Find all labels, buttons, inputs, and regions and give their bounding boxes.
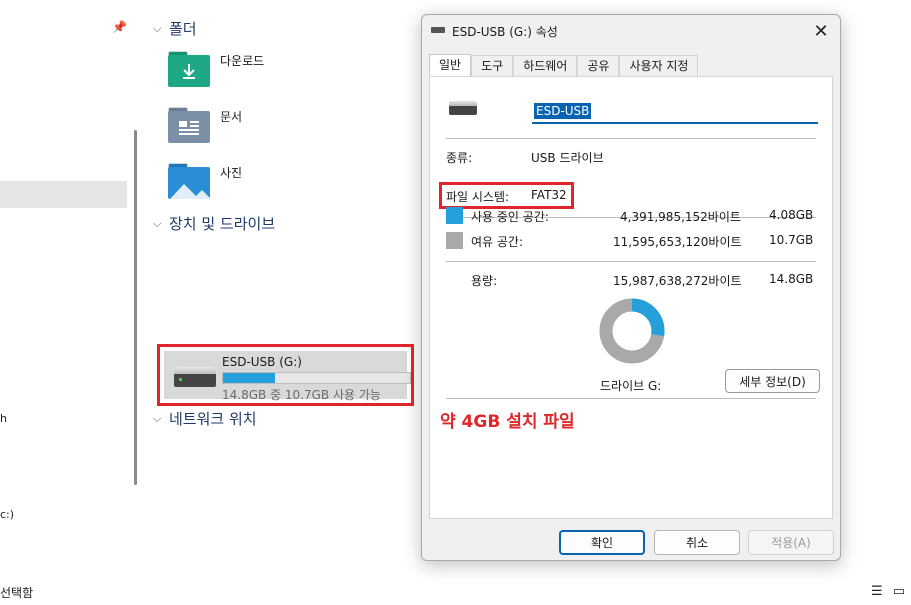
used-space-bytes: 4,391,985,152바이트 xyxy=(620,210,741,224)
general-tab-panel: ESD-USB 종류: USB 드라이브 파일 시스템: FAT32 사용 중인… xyxy=(429,76,833,519)
status-selected-text: 선택함 xyxy=(0,586,34,600)
tab-customize[interactable]: 사용자 지정 xyxy=(619,55,699,76)
filesystem-label: 파일 시스템: xyxy=(446,190,510,204)
capacity-label: 용량: xyxy=(471,274,498,288)
drive-name-value: ESD-USB xyxy=(534,103,592,119)
capacity-gb: 14.8GB xyxy=(769,272,814,286)
free-space-bytes: 11,595,653,120바이트 xyxy=(613,235,742,249)
nav-text-fragment: h xyxy=(0,412,7,425)
navigation-pane: 📌 h c:) xyxy=(0,0,145,580)
annotation-text: 약 4GB 설치 파일 xyxy=(440,412,575,432)
tab-tools[interactable]: 도구 xyxy=(471,55,514,76)
folder-label[interactable]: 다운로드 xyxy=(220,52,264,69)
ok-button[interactable]: 확인 xyxy=(559,530,645,555)
usage-donut-chart xyxy=(599,298,665,364)
drive-usage-bar xyxy=(222,372,411,384)
nav-scrollbar[interactable] xyxy=(134,130,137,485)
used-space-swatch xyxy=(446,207,463,224)
type-value: USB 드라이브 xyxy=(531,151,604,165)
chevron-down-icon: ⌵ xyxy=(153,411,162,425)
divider xyxy=(446,398,816,399)
pin-icon: 📌 xyxy=(112,20,127,34)
type-label: 종류: xyxy=(446,151,473,165)
dialog-titlebar[interactable]: ESD-USB (G:) 속성 ✕ xyxy=(422,15,840,47)
tab-sharing[interactable]: 공유 xyxy=(577,55,620,76)
divider xyxy=(446,261,816,262)
nav-selected-item[interactable] xyxy=(0,181,127,208)
usb-drive-icon xyxy=(174,367,216,387)
drive-free-text: 14.8GB 중 10.7GB 사용 가능 xyxy=(222,388,381,402)
drive-letter-label: 드라이브 G: xyxy=(600,379,662,393)
highlight-drive-box: ESD-USB (G:) 14.8GB 중 10.7GB 사용 가능 xyxy=(157,344,414,406)
tab-general[interactable]: 일반 xyxy=(429,54,472,77)
view-toggle-group: ☰ ▭ xyxy=(871,584,905,599)
devices-section-title: 장치 및 드라이브 xyxy=(169,215,276,233)
nav-text-fragment: c:) xyxy=(0,508,15,521)
dialog-tabs: 일반 도구 하드웨어 공유 사용자 지정 xyxy=(429,54,699,77)
usb-drive-tile[interactable]: ESD-USB (G:) 14.8GB 중 10.7GB 사용 가능 xyxy=(164,351,411,402)
used-space-label: 사용 중인 공간: xyxy=(471,210,549,224)
tab-hardware[interactable]: 하드웨어 xyxy=(513,55,578,76)
free-space-gb: 10.7GB xyxy=(769,233,814,247)
chevron-down-icon: ⌵ xyxy=(153,21,162,35)
folders-section-title: 폴더 xyxy=(169,20,197,38)
drive-properties-dialog: ESD-USB (G:) 속성 ✕ 일반 도구 하드웨어 공유 사용자 지정 E… xyxy=(421,14,841,561)
drive-name: ESD-USB (G:) xyxy=(222,355,302,369)
drive-name-input[interactable]: ESD-USB xyxy=(532,100,818,124)
free-space-swatch xyxy=(446,232,463,249)
drive-usage-fill xyxy=(223,373,275,383)
used-space-gb: 4.08GB xyxy=(769,208,814,222)
close-icon[interactable]: ✕ xyxy=(808,19,834,43)
folder-label[interactable]: 사진 xyxy=(220,164,242,181)
download-folder-icon[interactable] xyxy=(168,50,212,88)
free-space-label: 여유 공간: xyxy=(471,235,524,249)
cancel-button[interactable]: 취소 xyxy=(654,530,740,555)
filesystem-value: FAT32 xyxy=(531,188,567,202)
tiles-view-icon[interactable]: ▭ xyxy=(893,584,905,599)
chevron-down-icon: ⌵ xyxy=(153,216,162,230)
pictures-folder-icon[interactable] xyxy=(168,162,212,200)
details-view-icon[interactable]: ☰ xyxy=(871,584,883,599)
devices-section-header[interactable]: ⌵ 장치 및 드라이브 xyxy=(153,213,275,234)
folders-section-header[interactable]: ⌵ 폴더 xyxy=(153,18,197,39)
divider xyxy=(446,138,816,139)
capacity-bytes: 15,987,638,272바이트 xyxy=(613,274,742,288)
details-button[interactable]: 세부 정보(D) xyxy=(725,369,820,393)
folder-label[interactable]: 문서 xyxy=(220,108,242,125)
network-section-title: 네트워크 위치 xyxy=(169,410,257,428)
documents-folder-icon[interactable] xyxy=(168,106,212,144)
drive-icon xyxy=(431,27,445,33)
network-section-header[interactable]: ⌵ 네트워크 위치 xyxy=(153,408,257,429)
dialog-title: ESD-USB (G:) 속성 xyxy=(452,25,558,39)
usb-drive-icon xyxy=(449,101,477,115)
apply-button[interactable]: 적용(A) xyxy=(748,530,834,555)
